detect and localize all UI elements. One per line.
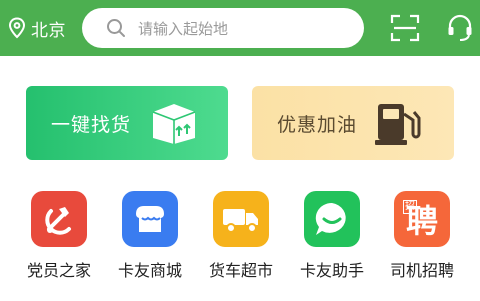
fuel-discount-label: 优惠加油: [277, 114, 358, 136]
fuel-pump-icon: [375, 104, 421, 145]
search-input[interactable]: 请输入起始地: [82, 8, 364, 48]
app-truck-market[interactable]: 货车超市: [201, 191, 281, 281]
app-label: 货车超市: [208, 261, 273, 280]
app-label: 卡友商城: [117, 261, 182, 280]
box-upload-icon: [152, 104, 196, 144]
city-selector[interactable]: 北京: [8, 14, 66, 42]
recruit-icon: 招 聘: [394, 191, 450, 247]
scan-icon[interactable]: [390, 14, 420, 42]
search-placeholder: 请输入起始地: [138, 19, 229, 38]
app-driver-recruitment[interactable]: 招 聘 司机招聘: [382, 191, 462, 281]
search-icon: [107, 19, 125, 37]
app-party-home[interactable]: 党员之家: [19, 191, 99, 281]
recruit-icon-subtext: 招: [403, 200, 417, 214]
top-bar: 北京 请输入起始地: [0, 0, 480, 56]
app-label: 司机招聘: [389, 261, 454, 280]
find-cargo-card[interactable]: 一键找货: [26, 86, 228, 160]
app-trucker-assistant[interactable]: 卡友助手: [292, 191, 372, 281]
find-cargo-label: 一键找货: [51, 114, 132, 136]
city-label: 北京: [31, 20, 66, 41]
app-label: 卡友助手: [299, 261, 364, 280]
location-pin-icon: [8, 17, 26, 39]
fuel-discount-card[interactable]: 优惠加油: [252, 86, 454, 160]
party-emblem-icon: [31, 191, 87, 247]
app-trucker-mall[interactable]: 卡友商城: [110, 191, 190, 281]
app-label: 党员之家: [26, 261, 91, 280]
chat-bubble-icon: [304, 191, 360, 247]
shop-icon: [122, 191, 178, 247]
truck-icon: [213, 191, 269, 247]
customer-service-icon[interactable]: [446, 14, 474, 42]
